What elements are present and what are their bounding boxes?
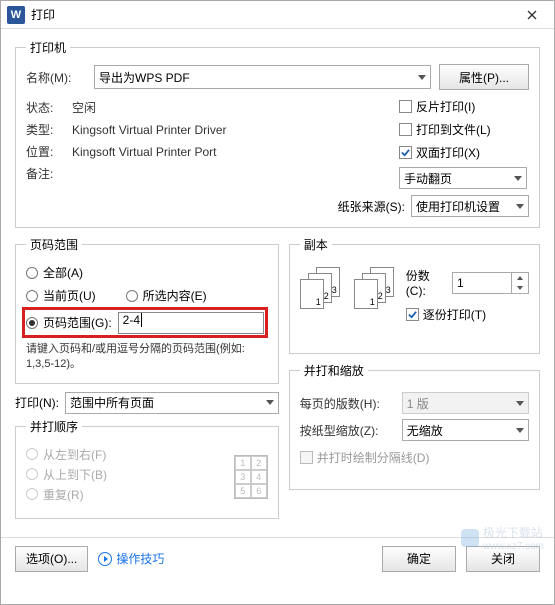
order-preview-grid: 12 34 56 [234,455,268,499]
page-range-group: 页码范围 全部(A) 当前页(U) 所选内容(E) 页码范围(G): 2-4 请… [15,236,279,384]
port-value: Kingsoft Virtual Printer Port [72,145,217,159]
printer-name-combo[interactable]: 导出为WPS PDF [94,65,431,89]
copies-label: 份数(C): [406,267,446,298]
chevron-down-icon [418,75,426,80]
app-icon: W [7,6,25,24]
scale-combo[interactable]: 无缩放 [402,419,529,441]
range-pages-radio[interactable]: 页码范围(G): [26,314,112,331]
play-circle-icon [98,552,112,566]
chevron-down-icon [514,176,522,181]
checkbox-icon [399,100,412,113]
copies-group: 副本 3 2 1 3 2 1 [289,236,540,354]
properties-button[interactable]: 属性(P)... [439,64,529,90]
per-page-combo: 1 版 [402,392,529,414]
comment-label: 备注: [26,165,72,182]
collate-checkbox[interactable]: 逐份打印(T) [406,306,529,323]
port-label: 位置: [26,143,72,160]
collate-preview: 3 2 1 3 2 1 [300,267,396,309]
order-legend: 并打顺序 [26,418,82,435]
range-selection-radio[interactable]: 所选内容(E) [126,287,207,304]
chevron-down-icon [516,401,524,406]
tips-link[interactable]: 操作技巧 [98,550,164,567]
page-range-input[interactable]: 2-4 [118,312,264,334]
status-value: 空闲 [72,99,96,116]
spin-up[interactable] [512,273,528,283]
print-to-file-checkbox[interactable]: 打印到文件(L) [399,121,529,138]
status-label: 状态: [26,99,72,116]
printer-group: 打印机 名称(M): 导出为WPS PDF 属性(P)... 状态:空闲 类型:… [15,39,540,228]
merge-scale-group: 并打和缩放 每页的版数(H): 1 版 按纸型缩放(Z): 无缩放 并打时绘制分… [289,362,540,490]
chevron-down-icon [516,204,524,209]
close-icon [527,10,537,20]
flip-combo[interactable]: 手动翻页 [399,167,527,189]
dialog-title: 打印 [31,6,512,23]
spin-down[interactable] [512,283,528,293]
printer-name-value: 导出为WPS PDF [99,69,190,86]
duplex-checkbox[interactable]: 双面打印(X) [399,144,529,161]
print-what-label: 打印(N): [15,394,59,411]
order-repeat-radio: 重复(R) [26,486,268,503]
draw-lines-checkbox: 并打时绘制分隔线(D) [300,449,529,466]
checkbox-icon [399,146,412,159]
range-hint: 请键入页码和/或用逗号分隔的页码范围(例如: 1,3,5-12)。 [26,342,268,373]
order-lr-radio: 从左到右(F) [26,446,268,463]
page-range-highlight: 页码范围(G): 2-4 [22,307,268,338]
cancel-button[interactable]: 关闭 [466,546,540,572]
copies-spinner[interactable] [452,272,529,294]
checkbox-icon [399,123,412,136]
merge-legend: 并打和缩放 [300,362,368,379]
range-current-radio[interactable]: 当前页(U) [26,287,96,304]
ok-button[interactable]: 确定 [382,546,456,572]
checkbox-icon [406,308,419,321]
paper-source-label: 纸张来源(S): [338,198,405,215]
checkbox-icon [300,451,313,464]
print-what-combo[interactable]: 范围中所有页面 [65,392,279,414]
range-all-radio[interactable]: 全部(A) [26,264,268,281]
copies-input[interactable] [453,276,511,290]
options-button[interactable]: 选项(O)... [15,546,88,572]
type-label: 类型: [26,121,72,138]
range-legend: 页码范围 [26,236,82,253]
per-page-label: 每页的版数(H): [300,395,396,412]
copies-legend: 副本 [300,236,332,253]
print-order-group: 并打顺序 从左到右(F) 从上到下(B) 重复(R) 12 34 56 [15,418,279,519]
order-tb-radio: 从上到下(B) [26,466,268,483]
printer-legend: 打印机 [26,39,70,56]
reverse-print-checkbox[interactable]: 反片打印(I) [399,98,529,115]
chevron-down-icon [516,428,524,433]
chevron-down-icon [266,400,274,405]
scale-label: 按纸型缩放(Z): [300,422,396,439]
close-button[interactable] [512,1,552,29]
paper-source-combo[interactable]: 使用打印机设置 [411,195,529,217]
type-value: Kingsoft Virtual Printer Driver [72,123,227,137]
text-cursor [141,313,142,327]
name-label: 名称(M): [26,69,86,86]
